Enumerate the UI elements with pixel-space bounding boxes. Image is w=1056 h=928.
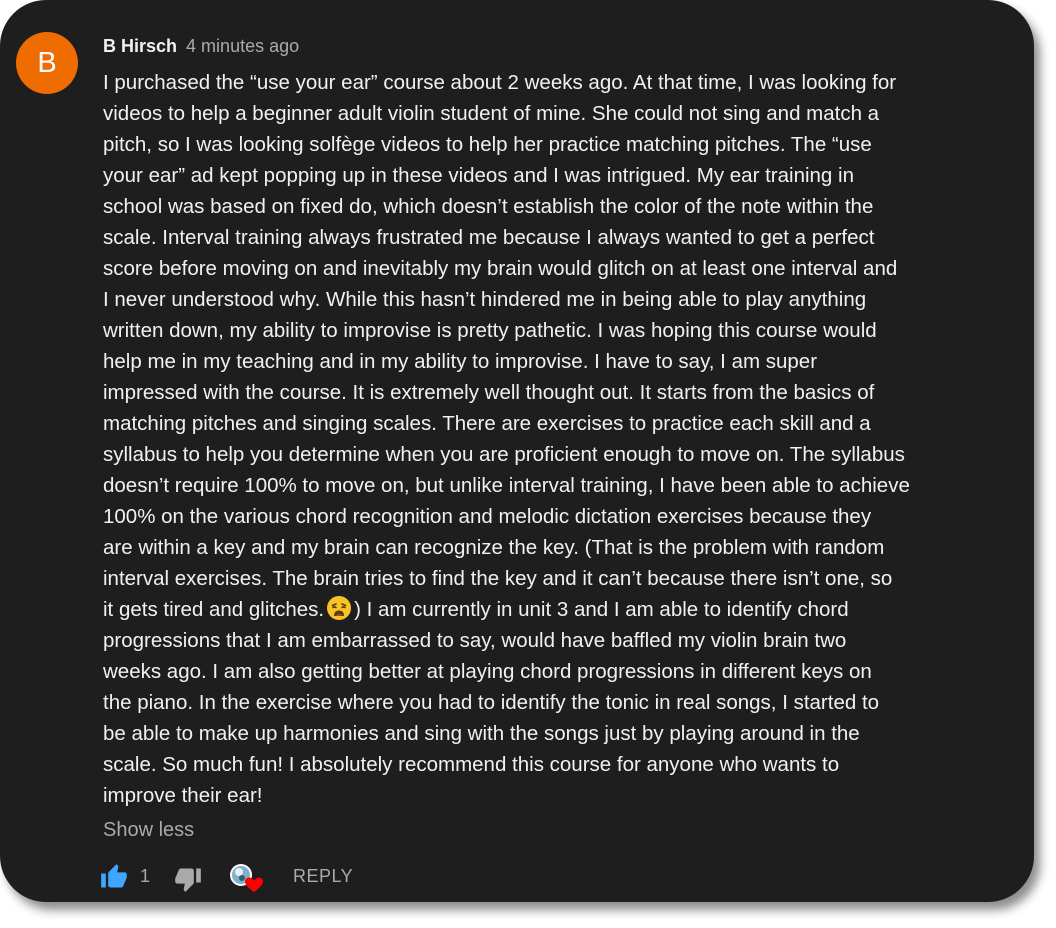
comment-line: syllabus to help you determine when you … [103,443,905,466]
thumbs-down-icon[interactable] [174,865,202,893]
comment-line: score before moving on and inevitably my… [103,257,898,280]
comment-line: interval exercises. The brain tries to f… [103,567,893,590]
comment-line-part: it gets tired and glitches. [103,598,325,621]
comment-line: your ear” ad kept popping up in these vi… [103,164,854,187]
comment-line: scale. Interval training always frustrat… [103,226,875,249]
comment-header: B Hirsch 4 minutes ago [103,34,299,58]
comment-line-part: ) I am currently in unit 3 and I am able… [354,598,849,621]
comment-line-with-emoji: it gets tired and glitches. ) I am curre… [103,594,1003,625]
comment-line: videos to help a beginner adult violin s… [103,102,880,125]
comment-line: doesn’t require 100% to move on, but unl… [103,474,910,497]
comment-line: matching pitches and singing scales. The… [103,412,871,435]
comment-line: 100% on the various chord recognition an… [103,505,872,528]
like-count: 1 [140,866,151,886]
show-less-link[interactable]: Show less [103,816,194,844]
comment-line: school was based on fixed do, which does… [103,195,874,218]
creator-heart-icon [230,864,263,892]
comment-timestamp[interactable]: 4 minutes ago [186,36,299,56]
comment-line: improve their ear! [103,784,263,807]
comment-text: I purchased the “use your ear” course ab… [103,67,1003,811]
comment-line: progressions that I am embarrassed to sa… [103,629,847,652]
comment-line: the piano. In the exercise where you had… [103,691,880,714]
comment-line: pitch, so I was looking solfège videos t… [103,133,872,156]
comment-line: written down, my ability to improvise is… [103,319,877,342]
reply-button[interactable]: REPLY [293,864,353,888]
comment-line: are within a key and my brain can recogn… [103,536,885,559]
author-name[interactable]: B Hirsch [103,36,177,56]
thumbs-up-icon[interactable] [100,863,128,891]
comment-card: B B Hirsch 4 minutes ago I purchased the… [0,0,1034,902]
comment-line: help me in my teaching and in my ability… [103,350,818,373]
comment-line: scale. So much fun! I absolutely recomme… [103,753,840,776]
weary-face-icon [327,596,352,620]
comment-line: be able to make up harmonies and sing wi… [103,722,860,745]
avatar[interactable]: B [16,32,78,94]
comment-line: I never understood why. While this hasn’… [103,288,867,311]
comment-line: weeks ago. I am also getting better at p… [103,660,872,683]
comment-line: impressed with the course. It is extreme… [103,381,875,404]
comment-line: I purchased the “use your ear” course ab… [103,71,897,94]
